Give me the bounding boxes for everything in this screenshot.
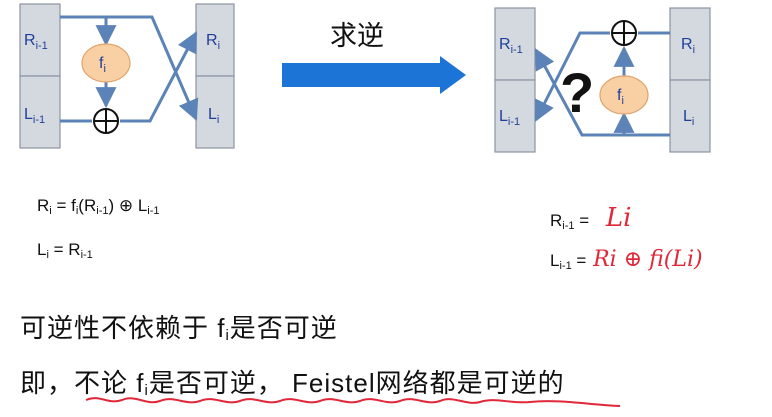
right-xor-icon bbox=[611, 20, 637, 46]
left-wire-xor-to-r bbox=[120, 31, 198, 123]
handwritten-ri-xor-fi: Ri ⊕ fi(Li) bbox=[593, 247, 703, 272]
equation-ri: Ri = fi(Ri-1) ⊕ Li-1 bbox=[37, 196, 160, 217]
left-round-diagram: Ri-1 Li-1 Ri Li fi bbox=[19, 3, 235, 149]
statement-invertibility: 可逆性不依赖于 fi是否可逆 bbox=[20, 313, 338, 344]
question-mark-icon: ? bbox=[560, 61, 594, 124]
left-f-ellipse bbox=[81, 43, 131, 83]
right-round-diagram: Ri-1 Li-1 Ri Li fi ? bbox=[494, 7, 711, 153]
left-xor-icon bbox=[93, 108, 119, 134]
equation-r-prev: Ri-1 = Li bbox=[550, 203, 632, 233]
inverse-arrow bbox=[282, 56, 466, 94]
right-f-ellipse bbox=[599, 75, 649, 115]
arrow-label: 求逆 bbox=[330, 21, 384, 51]
handwritten-li: Li bbox=[605, 203, 632, 233]
right-wires bbox=[534, 31, 670, 137]
equation-l-prev: Li-1 = Ri ⊕ fi(Li) bbox=[550, 247, 703, 272]
statement-feistel-invertible: 即，不论 fi是否可逆， Feistel网络都是可逆的 bbox=[20, 368, 565, 399]
equation-li: Li = Ri-1 bbox=[37, 240, 93, 261]
